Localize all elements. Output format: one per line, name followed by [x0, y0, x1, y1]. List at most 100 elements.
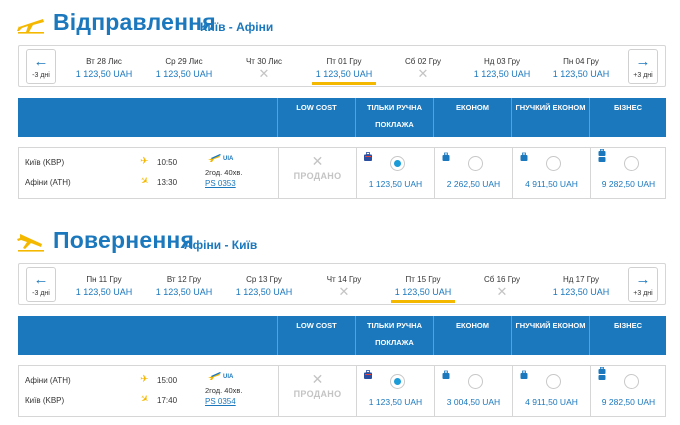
fare-option-flex-economy[interactable]: 4 911,50 UAH [512, 366, 590, 416]
day-name: Пт 15 Гру [405, 275, 441, 284]
arrival-time: 17:40 [157, 396, 178, 405]
fare-option-flex-economy[interactable]: 4 911,50 UAH [512, 148, 590, 198]
fare-radio[interactable] [624, 374, 639, 389]
day-tab[interactable]: Нд 17 Гру 1 123,50 UAH [541, 264, 621, 305]
fare-option-economy[interactable]: 3 004,50 UAH [434, 366, 512, 416]
day-tab[interactable]: Ср 13 Гру 1 123,50 UAH [224, 264, 304, 305]
departure-time: 15:00 [157, 376, 178, 385]
day-price: 1 123,50 UAH [235, 287, 293, 297]
fare-option-business[interactable]: 9 282,50 UAH [590, 148, 666, 198]
flight-duration: 2год. 40хв. [205, 386, 243, 395]
landing-icon: ✈ [137, 392, 151, 407]
day-name: Нд 17 Гру [562, 275, 600, 284]
day-tab-selected[interactable]: Пт 15 Гру 1 123,50 UAH [383, 264, 463, 305]
day-name: Нд 03 Гру [483, 57, 521, 66]
fare-option-business[interactable]: 9 282,50 UAH [590, 366, 666, 416]
departure-time: 10:50 [157, 158, 178, 167]
arrow-right-icon: → [635, 271, 651, 288]
prev-days-button[interactable]: ← -3 дні [26, 49, 56, 84]
suitcase-icon [598, 149, 606, 162]
fare-price: 1 123,50 UAH [368, 397, 423, 407]
prev-days-button[interactable]: ← -3 дні [26, 267, 56, 302]
day-price: 1 123,50 UAH [75, 287, 133, 297]
day-price: 1 123,50 UAH [155, 69, 213, 79]
fare-header-hand-baggage: ТІЛЬКИ РУЧНА ПОКЛАЖА [355, 98, 433, 137]
section-route: Афіни - Київ [184, 238, 258, 252]
fare-radio[interactable] [546, 156, 561, 171]
day-tab-selected[interactable]: Пт 01 Гру 1 123,50 UAH [304, 46, 384, 87]
fare-price: 2 262,50 UAH [446, 179, 501, 189]
day-tab[interactable]: Ср 29 Лис 1 123,50 UAH [144, 46, 224, 87]
suitcase-icon [364, 152, 372, 161]
arrival-time: 13:30 [157, 178, 178, 187]
suitcase-icon [442, 152, 450, 161]
fare-price: 4 911,50 UAH [525, 179, 578, 189]
takeoff-icon: ✈ [140, 374, 149, 385]
day-tab[interactable]: Пн 11 Гру 1 123,50 UAH [64, 264, 144, 305]
day-name: Вт 28 Лис [86, 57, 122, 66]
day-name: Пн 11 Гру [86, 275, 122, 284]
fare-header-business: БІЗНЕС [589, 98, 666, 137]
fare-option-hand-baggage[interactable]: 1 123,50 UAH [356, 366, 434, 416]
fare-header-business: БІЗНЕС [589, 316, 666, 355]
day-name: Вт 12 Гру [166, 275, 202, 284]
fare-price: 1 123,50 UAH [368, 179, 423, 189]
section-header: Відправлення Київ - Афіни [0, 0, 680, 44]
day-tab[interactable]: Вт 12 Гру 1 123,50 UAH [144, 264, 224, 305]
sold-out-label: ПРОДАНО [293, 171, 342, 181]
day-name: Пн 04 Гру [563, 57, 599, 66]
landing-icon: ✈ [137, 174, 151, 189]
date-carousel: ← -3 дні Пн 11 Гру 1 123,50 UAH Вт 12 Гр… [18, 263, 666, 305]
section-route: Київ - Афіни [200, 20, 274, 34]
svg-text:UIA: UIA [223, 156, 234, 162]
fare-option-economy[interactable]: 2 262,50 UAH [434, 148, 512, 198]
day-price: 1 123,50 UAH [473, 69, 531, 79]
fare-radio[interactable] [624, 156, 639, 171]
fare-header-hand-baggage: ТІЛЬКИ РУЧНА ПОКЛАЖА [355, 316, 433, 355]
cross-icon: ✕ [311, 153, 324, 169]
airline-logo-icon: UIA [208, 154, 234, 162]
fare-header: LOW COST ТІЛЬКИ РУЧНА ПОКЛАЖА ЕКОНОМ ГНУ… [18, 316, 666, 355]
flight-number-link[interactable]: PS 0354 [205, 397, 236, 406]
arrival-city: Афіни (ATH) [25, 178, 71, 187]
day-price: 1 123,50 UAH [75, 69, 133, 79]
day-tab-unavailable: Сб 16 Гру ✕ [462, 264, 542, 305]
day-price: 1 123,50 UAH [315, 69, 373, 79]
flight-row: Київ (KBP) Афіни (ATH) ✈ ✈ 10:50 13:30 U… [18, 147, 666, 199]
day-tab[interactable]: Вт 28 Лис 1 123,50 UAH [64, 46, 144, 87]
next-days-button[interactable]: → +3 дні [628, 49, 658, 84]
flight-number-link[interactable]: PS 0353 [205, 179, 236, 188]
cross-icon: ✕ [258, 66, 270, 81]
section-header: Повернення Афіни - Київ [0, 218, 680, 262]
day-tab[interactable]: Нд 03 Гру 1 123,50 UAH [462, 46, 542, 87]
departing-plane-icon [17, 19, 44, 34]
cross-icon: ✕ [311, 371, 324, 387]
fare-price: 3 004,50 UAH [446, 397, 501, 407]
fare-price: 4 911,50 UAH [525, 397, 578, 407]
fare-option-hand-baggage[interactable]: 1 123,50 UAH [356, 148, 434, 198]
fare-radio[interactable] [546, 374, 561, 389]
fare-radio[interactable] [390, 156, 405, 171]
fare-price: 9 282,50 UAH [601, 179, 656, 189]
sold-out-label: ПРОДАНО [293, 389, 342, 399]
takeoff-icon: ✈ [140, 156, 149, 167]
fare-header-economy: ЕКОНОМ [433, 98, 511, 137]
fare-header-flex-economy: ГНУЧКИЙ ЕКОНОМ [511, 98, 589, 137]
fare-price: 9 282,50 UAH [601, 397, 656, 407]
day-price: 1 123,50 UAH [552, 287, 610, 297]
fare-radio[interactable] [468, 374, 483, 389]
prev-days-label: -3 дні [32, 290, 50, 297]
suitcase-icon [598, 367, 606, 380]
fare-header: LOW COST ТІЛЬКИ РУЧНА ПОКЛАЖА ЕКОНОМ ГНУ… [18, 98, 666, 137]
departure-city: Афіни (ATH) [25, 376, 71, 385]
flight-duration: 2год. 40хв. [205, 168, 243, 177]
cross-icon: ✕ [338, 284, 350, 299]
fare-header-flex-economy: ГНУЧКИЙ ЕКОНОМ [511, 316, 589, 355]
arrival-city: Київ (KBP) [25, 396, 65, 405]
date-carousel: ← -3 дні Вт 28 Лис 1 123,50 UAH Ср 29 Ли… [18, 45, 666, 87]
fare-radio[interactable] [390, 374, 405, 389]
day-tab[interactable]: Пн 04 Гру 1 123,50 UAH [541, 46, 621, 87]
departure-city: Київ (KBP) [25, 158, 65, 167]
fare-radio[interactable] [468, 156, 483, 171]
next-days-button[interactable]: → +3 дні [628, 267, 658, 302]
